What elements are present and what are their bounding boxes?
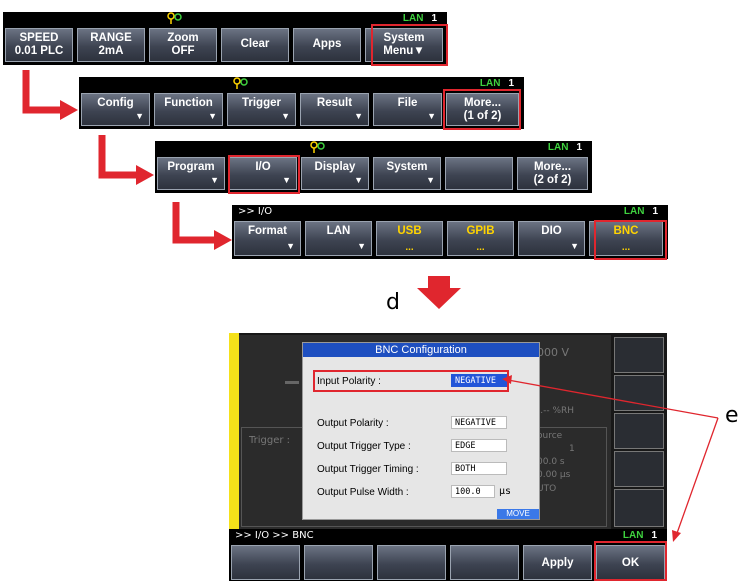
callout-lines <box>502 375 719 542</box>
chevron-down-icon: ▼ <box>354 175 363 185</box>
output-polarity-field[interactable]: NEGATIVE <box>451 416 507 429</box>
bottom-softkey-1[interactable] <box>231 545 300 580</box>
output-trigger-timing-label: Output Trigger Timing : <box>317 464 419 475</box>
bg-trigger-label: Trigger : <box>249 435 291 446</box>
step-label-d: d <box>386 290 400 315</box>
function-softkey[interactable]: Function ▼ <box>154 93 223 126</box>
format-softkey[interactable]: Format ▼ <box>234 221 301 256</box>
chevron-down-icon: ▼ <box>357 241 366 251</box>
result-softkey[interactable]: Result ▼ <box>300 93 369 126</box>
empty-softkey[interactable] <box>445 157 513 190</box>
bg-value: 000 V <box>537 346 570 359</box>
file-softkey[interactable]: File ▼ <box>373 93 442 126</box>
usb-softkey[interactable]: USB... <box>376 221 443 256</box>
menu-path: >> I/O >> BNC <box>235 530 314 541</box>
down-arrow <box>417 276 461 309</box>
flow-arrow-2 <box>98 135 154 185</box>
highlight-system-menu <box>371 24 448 66</box>
lan-indicator: LAN 1 <box>479 78 514 89</box>
dialog-title: BNC Configuration <box>303 343 539 357</box>
program-softkey[interactable]: Program ▼ <box>157 157 225 190</box>
chevron-down-icon: ▼ <box>426 175 435 185</box>
dio-softkey[interactable]: DIO ▼ <box>518 221 585 256</box>
network-icon <box>310 141 325 153</box>
status-line: >> I/O LAN 1 <box>232 205 668 219</box>
config-softkey[interactable]: Config ▼ <box>81 93 150 126</box>
output-trigger-type-label: Output Trigger Type : <box>317 441 411 452</box>
yellow-edge <box>229 333 239 529</box>
menu-path: >> I/O <box>238 206 273 217</box>
network-icon <box>167 12 182 24</box>
chevron-down-icon: ▼ <box>135 111 144 121</box>
lan-indicator: LAN 1 <box>623 206 658 217</box>
speed-softkey[interactable]: SPEED 0.01 PLC <box>5 28 73 62</box>
highlight-more-1-of-2 <box>443 89 521 130</box>
clear-softkey[interactable]: Clear <box>221 28 289 62</box>
highlight-ok <box>594 541 667 581</box>
lan-softkey[interactable]: LAN ▼ <box>305 221 372 256</box>
chevron-down-icon: ▼ <box>208 111 217 121</box>
lan-indicator: LAN 1 <box>402 13 437 24</box>
status-line: LAN 1 <box>155 141 592 155</box>
chevron-down-icon: ▼ <box>286 241 295 251</box>
output-trigger-timing-field[interactable]: BOTH <box>451 462 507 475</box>
highlight-io <box>228 155 300 194</box>
highlight-bnc <box>594 220 667 260</box>
chevron-down-icon: ▼ <box>427 111 436 121</box>
bottom-softkey-3[interactable] <box>377 545 446 580</box>
bottom-softkey-4[interactable] <box>450 545 519 580</box>
apps-softkey[interactable]: Apps <box>293 28 361 62</box>
gpib-softkey[interactable]: GPIB... <box>447 221 514 256</box>
chevron-down-icon: ▼ <box>570 241 579 251</box>
network-icon <box>233 77 248 89</box>
output-pulse-width-field[interactable]: 100.0 <box>451 485 495 498</box>
flow-arrow-1 <box>22 70 78 120</box>
side-softkey-1[interactable] <box>614 337 664 373</box>
step-label-e: e <box>725 403 739 428</box>
more-2-of-2-softkey[interactable]: More... (2 of 2) <box>517 157 588 190</box>
highlight-input-polarity <box>313 370 509 392</box>
trigger-softkey[interactable]: Trigger ▼ <box>227 93 296 126</box>
zoom-softkey[interactable]: Zoom OFF <box>149 28 217 62</box>
chevron-down-icon: ▼ <box>354 111 363 121</box>
softkey-bar-3: LAN 1 Program ▼ I/O ▼ Display ▼ System ▼ More… <box>155 141 592 193</box>
output-trigger-type-field[interactable]: EDGE <box>451 439 507 452</box>
bottom-softkey-2[interactable] <box>304 545 373 580</box>
chevron-down-icon: ▼ <box>210 175 219 185</box>
apply-button[interactable]: Apply <box>523 545 592 580</box>
dash <box>285 381 299 384</box>
output-pulse-width-label: Output Pulse Width : <box>317 487 409 498</box>
chevron-down-icon: ▼ <box>281 111 290 121</box>
lan-indicator: LAN 1 <box>547 142 582 153</box>
output-polarity-label: Output Polarity : <box>317 418 389 429</box>
system-softkey[interactable]: System ▼ <box>373 157 441 190</box>
flow-arrow-3 <box>172 202 232 250</box>
range-softkey[interactable]: RANGE 2mA <box>77 28 145 62</box>
display-softkey[interactable]: Display ▼ <box>301 157 369 190</box>
